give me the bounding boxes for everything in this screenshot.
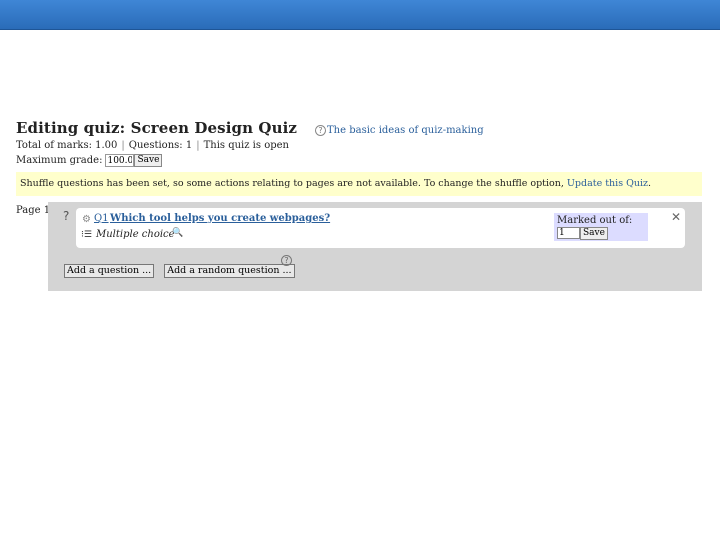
marks-label: Marked out of: (557, 215, 633, 226)
quiz-status: This quiz is open (203, 140, 289, 151)
separator: | (121, 140, 125, 151)
gear-icon[interactable]: ⚙ (82, 214, 91, 225)
question-help-icon[interactable]: ? (63, 209, 69, 223)
add-question-row: Add a question ... Add a random question… (64, 264, 305, 278)
quiz-summary: Total of marks: 1.00 | Questions: 1 | This q… (16, 140, 289, 151)
total-marks: Total of marks: 1.00 (16, 140, 118, 151)
heading-row: Editing quiz: Screen Design Quiz ? The b… (16, 119, 484, 137)
question-title-link[interactable]: Which tool helps you create webpages? (110, 213, 330, 224)
separator: | (196, 140, 200, 151)
max-grade-label: Maximum grade: (16, 155, 103, 166)
update-quiz-link[interactable]: Update this Quiz (567, 178, 648, 189)
quiz-page-section: ? ⚙ Q1 Which tool helps you create webpa… (48, 202, 702, 291)
notice-text: Shuffle questions has been set, so some … (20, 178, 564, 189)
save-marks-button[interactable]: Save (580, 227, 608, 240)
add-random-question-button[interactable]: Add a random question ... (164, 264, 295, 278)
page-title: Editing quiz: Screen Design Quiz (16, 119, 298, 137)
multiple-choice-icon: ⁝☰ (81, 230, 92, 240)
add-question-button[interactable]: Add a question ... (64, 264, 155, 278)
question-type: Multiple choice (96, 229, 175, 240)
help-icon[interactable]: ? (315, 125, 327, 136)
notice-tail: . (648, 178, 652, 189)
close-icon[interactable]: ✕ (671, 210, 681, 224)
help-link-wrap[interactable]: ? The basic ideas of quiz-making (315, 125, 484, 136)
marks-input[interactable] (557, 227, 580, 239)
marks-box: Marked out of: Save (554, 213, 648, 241)
page-label: Page 1 (16, 205, 51, 216)
random-question-help-icon[interactable]: ? (281, 255, 292, 266)
question-card: ⚙ Q1 Which tool helps you create webpage… (76, 208, 685, 248)
help-link[interactable]: The basic ideas of quiz-making (327, 125, 484, 136)
shuffle-notice: Shuffle questions has been set, so some … (16, 172, 702, 196)
save-grade-button[interactable]: Save (134, 154, 163, 167)
question-number[interactable]: Q1 (94, 213, 109, 224)
max-grade-row: Maximum grade: Save (16, 154, 163, 167)
marks-row: Save (557, 227, 645, 240)
questions-count: Questions: 1 (128, 140, 193, 151)
top-header-bar (0, 0, 720, 30)
max-grade-input[interactable] (105, 154, 135, 167)
search-icon[interactable]: 🔍 (172, 228, 183, 238)
